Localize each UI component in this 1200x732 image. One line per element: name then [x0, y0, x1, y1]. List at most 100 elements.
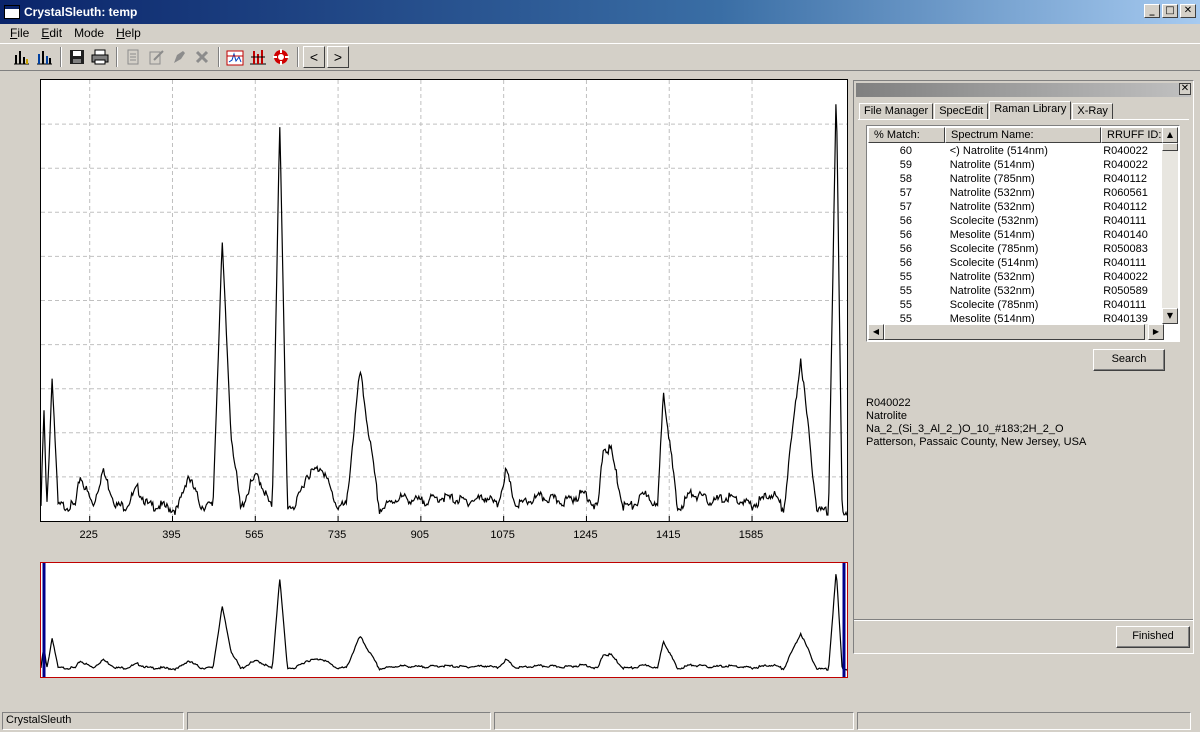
lifebuoy-icon[interactable] — [270, 46, 292, 68]
vertical-scroll-thumb[interactable] — [1162, 143, 1178, 151]
menu-bar: File Edit Mode Help — [0, 24, 1200, 42]
match-results-table[interactable]: % Match: Spectrum Name: RRUFF ID: 60 <) N… — [866, 125, 1180, 342]
menu-file[interactable]: File — [4, 26, 35, 40]
x-tick-label: 905 — [410, 529, 430, 541]
search-button[interactable]: Search — [1093, 349, 1165, 371]
vertical-scrollbar[interactable]: ▲ ▼ — [1162, 127, 1178, 324]
horizontal-scrollbar[interactable]: ◀ ▶ — [868, 324, 1164, 340]
overview-curve — [40, 574, 848, 671]
spectrum-name-cell: Natrolite (785nm) — [949, 173, 1035, 185]
status-pane — [187, 712, 491, 730]
rruff-id-cell: R040022 — [1103, 145, 1148, 157]
table-row[interactable]: 56 Scolecite (514nm) R040111 — [868, 256, 1164, 270]
rruff-id-cell: R040111 — [1103, 257, 1147, 269]
delete-icon — [191, 46, 213, 68]
column-header-spectrum-name[interactable]: Spectrum Name: — [945, 127, 1101, 143]
scroll-down-icon[interactable]: ▼ — [1162, 308, 1178, 324]
match-cell: 58 — [899, 173, 912, 185]
edit-icon — [145, 46, 167, 68]
menu-mode[interactable]: Mode — [68, 26, 110, 40]
scroll-left-icon[interactable]: ◀ — [868, 324, 884, 340]
table-row[interactable]: 56 Mesolite (514nm) R040140 — [868, 228, 1164, 242]
table-row[interactable]: 55 Natrolite (532nm) R050589 — [868, 284, 1164, 298]
minimize-button[interactable]: _ — [1144, 4, 1160, 18]
panel-close-icon[interactable]: ✕ — [1179, 83, 1191, 95]
selected-spectrum-info: R040022 Natrolite Na_2_(Si_3_Al_2_)O_10_… — [866, 397, 1086, 449]
toolbar: < > — [0, 43, 1200, 71]
scroll-right-icon[interactable]: ▶ — [1148, 324, 1164, 340]
close-button[interactable]: ✕ — [1180, 4, 1196, 18]
spectrum-name-cell: Scolecite (785nm) — [949, 299, 1039, 311]
title-bar: CrystalSleuth: temp _ □ ✕ — [0, 0, 1200, 24]
rruff-id-cell: R040140 — [1103, 229, 1148, 241]
stamp-icon — [168, 46, 190, 68]
tab-x-ray[interactable]: X-Ray — [1072, 103, 1113, 120]
save-icon[interactable] — [66, 46, 88, 68]
tab-raman-library[interactable]: Raman Library — [989, 101, 1072, 120]
document-icon — [122, 46, 144, 68]
table-row[interactable]: 56 Scolecite (785nm) R050083 — [868, 242, 1164, 256]
print-icon[interactable] — [89, 46, 111, 68]
table-row[interactable]: 59 Natrolite (514nm) R040022 — [868, 158, 1164, 172]
chevron-right-icon: > — [333, 49, 343, 65]
toolbar-separator — [116, 47, 118, 67]
menu-help[interactable]: Help — [110, 26, 147, 40]
toolbar-separator — [60, 47, 62, 67]
tab-specedit[interactable]: SpecEdit — [934, 103, 989, 120]
match-cell: 56 — [899, 243, 912, 255]
finished-button[interactable]: Finished — [1116, 626, 1190, 648]
table-row[interactable]: 55 Natrolite (532nm) R040022 — [868, 270, 1164, 284]
horizontal-scroll-thumb[interactable] — [884, 324, 1145, 340]
table-row[interactable]: 55 Scolecite (785nm) R040111 — [868, 298, 1164, 312]
status-pane — [857, 712, 1191, 730]
rruff-id-cell: R060561 — [1103, 187, 1148, 199]
spectrum-plot[interactable] — [40, 79, 848, 522]
table-row[interactable]: 57 Natrolite (532nm) R040112 — [868, 200, 1164, 214]
spectrum-name-cell: Natrolite (514nm) — [949, 159, 1035, 171]
x-tick-label: 1245 — [573, 529, 598, 541]
spectrum-plot-canvas — [40, 80, 848, 521]
next-button[interactable]: > — [327, 46, 349, 68]
panel-caption — [856, 83, 1191, 97]
column-header-rruff-id[interactable]: RRUFF ID: — [1101, 127, 1165, 143]
rruff-id-cell: R040022 — [1103, 271, 1148, 283]
rruff-id-cell: R040111 — [1103, 215, 1147, 227]
tab-file-manager[interactable]: File Manager — [859, 103, 934, 120]
spectrum-name-cell: Scolecite (785nm) — [949, 243, 1039, 255]
overview-plot[interactable] — [40, 562, 848, 678]
spectrum-curve — [40, 104, 848, 516]
rruff-id-cell: R040022 — [1103, 159, 1148, 171]
match-cell: 56 — [899, 257, 912, 269]
spectrum-name-cell: Natrolite (532nm) — [949, 201, 1035, 213]
info-chemical-formula: Na_2_(Si_3_Al_2_)O_10_#183;2H_2_O — [866, 423, 1064, 435]
info-mineral-name: Natrolite — [866, 410, 907, 422]
previous-button[interactable]: < — [303, 46, 325, 68]
spectrum-name-cell: Scolecite (514nm) — [949, 257, 1039, 269]
match-cell: 55 — [899, 285, 912, 297]
spectrum-fit-icon[interactable] — [224, 46, 246, 68]
toolbar-separator — [218, 47, 220, 67]
spectrum-name-cell: <) Natrolite (514nm) — [949, 145, 1048, 157]
table-row[interactable]: 56 Scolecite (532nm) R040111 — [868, 214, 1164, 228]
x-tick-label: 395 — [162, 529, 181, 541]
menu-edit[interactable]: Edit — [35, 26, 68, 40]
table-row[interactable]: 57 Natrolite (532nm) R060561 — [868, 186, 1164, 200]
chevron-left-icon: < — [309, 49, 319, 65]
info-rruff-id: R040022 — [866, 397, 911, 409]
scroll-up-icon[interactable]: ▲ — [1162, 127, 1178, 143]
column-header-match[interactable]: % Match: — [868, 127, 945, 143]
x-tick-label: 1585 — [738, 529, 764, 541]
match-cell: 59 — [899, 159, 912, 171]
window-title: CrystalSleuth: temp — [24, 5, 138, 19]
histogram-overlay-icon[interactable] — [33, 46, 55, 68]
match-cell: 60 — [899, 145, 912, 157]
peak-tool-icon[interactable] — [247, 46, 269, 68]
overview-plot-canvas — [40, 563, 848, 677]
rruff-id-cell: R050589 — [1103, 285, 1148, 297]
table-row[interactable]: 60 <) Natrolite (514nm) R040022 — [868, 144, 1164, 158]
maximize-button[interactable]: □ — [1162, 4, 1178, 18]
histogram-icon[interactable] — [10, 46, 32, 68]
x-tick-label: 565 — [245, 529, 264, 541]
spectrum-name-cell: Natrolite (532nm) — [949, 187, 1035, 199]
table-row[interactable]: 58 Natrolite (785nm) R040112 — [868, 172, 1164, 186]
